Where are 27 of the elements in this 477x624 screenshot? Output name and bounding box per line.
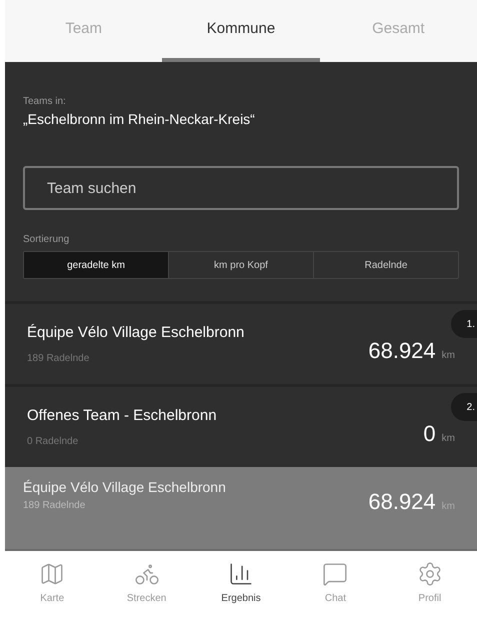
settings-icon — [416, 561, 443, 587]
team-row[interactable]: Offenes Team - Eschelbronn 0 Radelnde 0 km 2. — [5, 387, 477, 467]
map-icon — [39, 561, 66, 587]
team-riders: 189 Radelnde — [23, 499, 86, 513]
distance-unit: km — [442, 348, 455, 362]
sort-option[interactable]: geradelte km — [24, 252, 168, 278]
team-distance: 0 — [423, 420, 436, 448]
header-label: Teams in: — [23, 95, 67, 109]
nav-item[interactable]: Ergebnis — [194, 561, 288, 606]
search-field[interactable]: Team suchen — [23, 166, 459, 210]
chat-icon — [322, 561, 348, 587]
rank-badge: 2. — [451, 393, 477, 421]
sort-option[interactable]: km pro Kopf — [168, 252, 313, 278]
sort-label: Sortierung — [23, 233, 70, 247]
team-name: Équipe Vélo Village Eschelbronn — [23, 478, 227, 497]
team-riders: 189 Radelnde — [27, 352, 90, 366]
team-riders: 0 Radelnde — [27, 434, 80, 449]
distance-unit: km — [442, 432, 455, 446]
team-distance: 68.924 — [368, 336, 436, 364]
municipality-title: „Eschelbronn im Rhein-Neckar-Kreis“ — [23, 110, 256, 129]
team-name: Offenes Team - Eschelbronn — [27, 406, 218, 426]
rank-badge: 1. — [451, 310, 477, 338]
sort-option[interactable]: Radelnde — [313, 252, 458, 278]
team-row[interactable]: Équipe Vélo Village Eschelbronn 189 Radelnde 68.924 km 1. — [5, 304, 477, 384]
team-name: Équipe Vélo Village Eschelbronn — [27, 323, 246, 344]
chart-icon — [228, 561, 254, 587]
team-distance: 68.924 — [368, 488, 436, 516]
